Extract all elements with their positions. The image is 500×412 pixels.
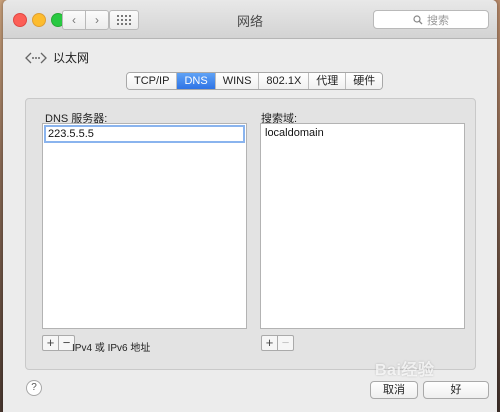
network-preferences-window: ‹ › 网络 搜索 以太网 TCP/IP DNS WINS 802.1X 代理 …	[3, 0, 497, 412]
cancel-button[interactable]: 取消	[370, 381, 418, 399]
search-domain-entry[interactable]: localdomain	[265, 127, 324, 139]
dns-add-remove-control: + −	[42, 335, 75, 351]
search-placeholder: 搜索	[427, 14, 449, 27]
search-domains-list[interactable]: localdomain	[260, 123, 465, 329]
tab-wins[interactable]: WINS	[215, 73, 260, 89]
network-back-icon	[25, 52, 47, 63]
remove-domain-button[interactable]: −	[277, 336, 293, 350]
tab-tcpip[interactable]: TCP/IP	[127, 73, 178, 89]
tab-8021x[interactable]: 802.1X	[259, 73, 310, 89]
add-domain-button[interactable]: +	[262, 336, 277, 350]
tab-bar: TCP/IP DNS WINS 802.1X 代理 硬件	[126, 72, 384, 90]
interface-name: 以太网	[53, 51, 90, 65]
dns-servers-list[interactable]: 223.5.5.5	[42, 123, 247, 329]
title-bar: ‹ › 网络 搜索	[3, 0, 497, 39]
back-to-network-button[interactable]: 以太网	[25, 49, 89, 66]
search-icon	[413, 14, 423, 24]
help-button[interactable]: ?	[26, 380, 42, 396]
dns-format-hint: IPv4 或 IPv6 地址	[72, 343, 151, 354]
watermark-logo: Bai经验	[375, 362, 435, 379]
tab-dns[interactable]: DNS	[177, 73, 216, 89]
tab-hardware[interactable]: 硬件	[346, 73, 383, 89]
search-field[interactable]: 搜索	[373, 10, 489, 29]
ok-button[interactable]: 好	[423, 381, 489, 399]
add-dns-button[interactable]: +	[43, 336, 58, 350]
dns-server-entry[interactable]: 223.5.5.5	[44, 125, 245, 143]
tab-proxy[interactable]: 代理	[309, 73, 347, 89]
domain-add-remove-control: + −	[261, 335, 294, 351]
